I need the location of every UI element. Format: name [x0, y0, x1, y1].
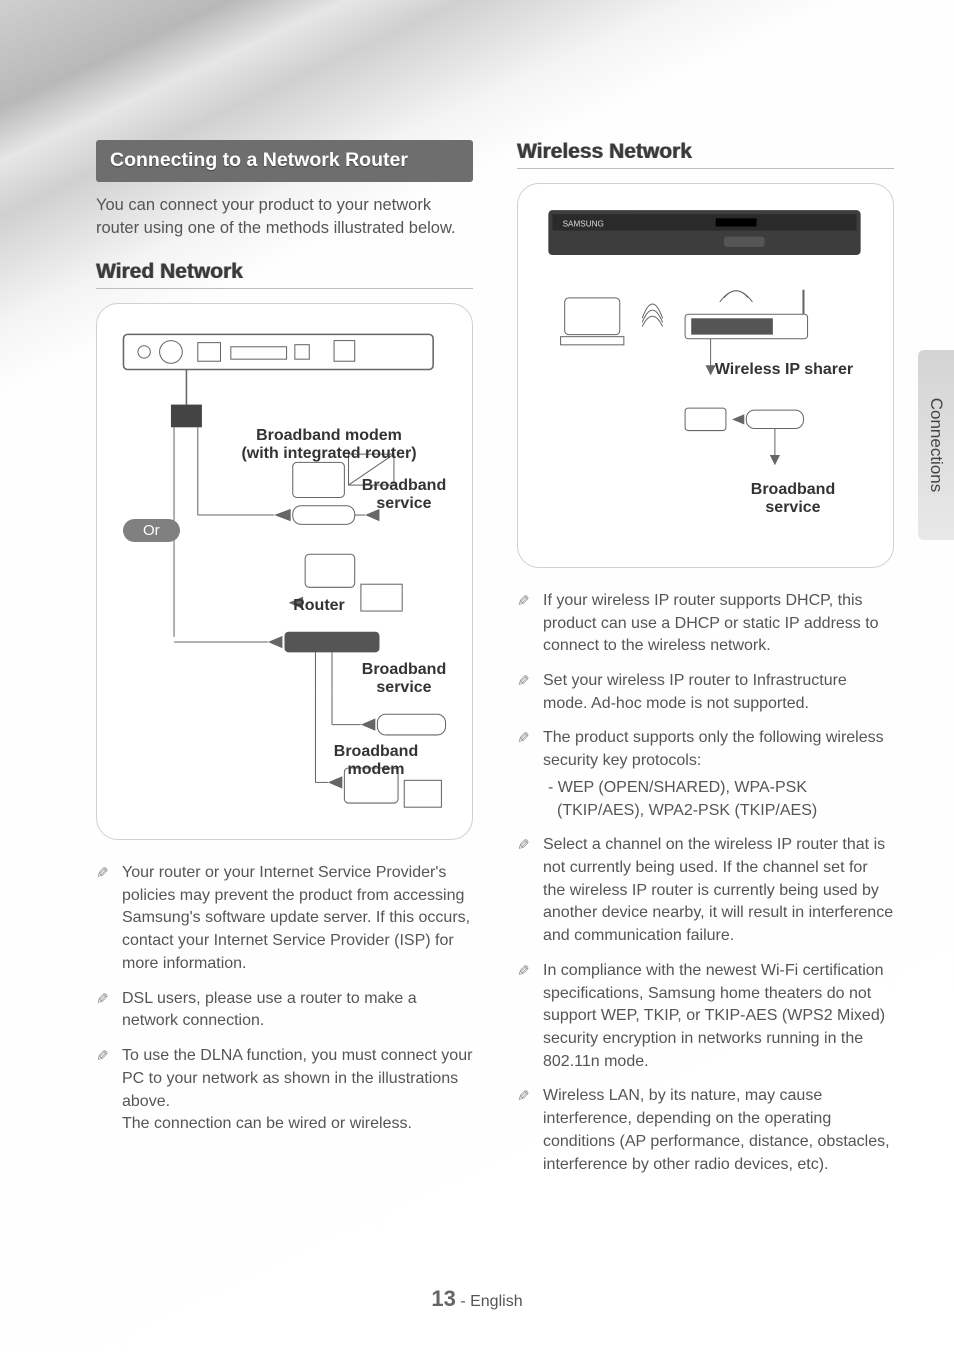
wireless-diagram: SAMSUNG — [517, 183, 894, 568]
left-column: Connecting to a Network Router You can c… — [96, 140, 473, 1188]
section-title-bar: Connecting to a Network Router — [96, 140, 473, 182]
modem-router-label: Broadband modem (with integrated router) — [229, 427, 429, 463]
page-footer: 13 - English — [0, 1286, 954, 1312]
page-content: Connecting to a Network Router You can c… — [0, 0, 954, 1188]
note-item: Select a channel on the wireless IP rout… — [517, 834, 894, 948]
wireless-network-heading: Wireless Network — [517, 140, 894, 169]
side-tab-label: Connections — [926, 398, 946, 493]
note-item: DSL users, please use a router to make a… — [96, 988, 473, 1033]
wired-notes: Your router or your Internet Service Pro… — [96, 862, 473, 1136]
right-column: Wireless Network SAMSUNG — [517, 140, 894, 1188]
note-item: The product supports only the following … — [517, 727, 894, 822]
svg-text:SAMSUNG: SAMSUNG — [563, 219, 604, 228]
page-lang-sep: - — [460, 1293, 470, 1310]
or-pill: Or — [123, 519, 180, 542]
wireless-ip-sharer-label: Wireless IP sharer — [699, 361, 869, 379]
broadband-service-label-1: Broadband service — [354, 477, 454, 513]
wired-diagram: Broadband modem (with integrated router)… — [96, 303, 473, 841]
note-item: Your router or your Internet Service Pro… — [96, 862, 473, 976]
wireless-notes: If your wireless IP router supports DHCP… — [517, 590, 894, 1177]
broadband-service-label-2: Broadband service — [354, 661, 454, 697]
wireless-broadband-service-label: Broadband service — [733, 481, 853, 517]
note-sub-point: - WEP (OPEN/SHARED), WPA-PSK (TKIP/AES),… — [543, 777, 894, 822]
broadband-modem-label: Broadband modem — [316, 743, 436, 779]
side-tab: Connections — [918, 350, 954, 540]
intro-text: You can connect your product to your net… — [96, 194, 473, 240]
note-item: Wireless LAN, by its nature, may cause i… — [517, 1085, 894, 1176]
note-item: In compliance with the newest Wi-Fi cert… — [517, 960, 894, 1074]
note-item: To use the DLNA function, you must conne… — [96, 1045, 473, 1136]
wired-network-heading: Wired Network — [96, 260, 473, 289]
page-number: 13 — [431, 1286, 455, 1311]
note-item: Set your wireless IP router to Infrastru… — [517, 670, 894, 715]
note-item: If your wireless IP router supports DHCP… — [517, 590, 894, 658]
page-language: English — [470, 1293, 522, 1310]
router-label: Router — [269, 597, 369, 615]
